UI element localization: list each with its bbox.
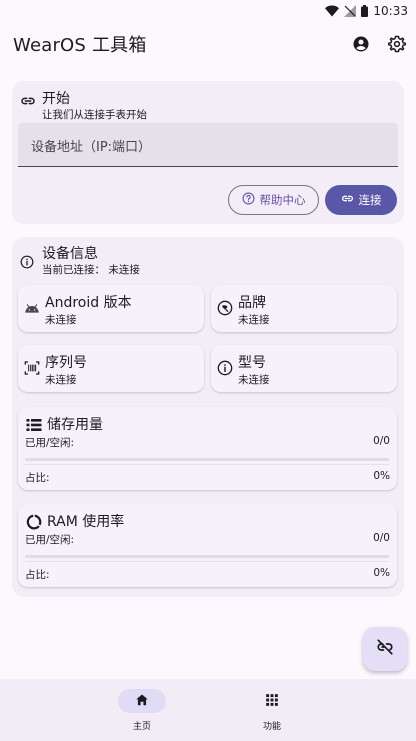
app-title: WearOS 工具箱 bbox=[13, 35, 147, 56]
storage-ratio-value: 0% bbox=[373, 470, 390, 482]
storage-used-value: 0/0 bbox=[373, 435, 390, 447]
tile-android-version-label: Android 版本 bbox=[45, 295, 132, 311]
divider bbox=[25, 464, 389, 465]
storage-progress-bar bbox=[25, 458, 389, 461]
status-bar: 10:33 bbox=[0, 0, 416, 22]
battery-icon bbox=[361, 5, 369, 17]
nav-item-features-label: 功能 bbox=[262, 722, 281, 732]
tile-serial-number: 序列号 未连接 bbox=[18, 345, 204, 392]
connect-button[interactable]: 连接 bbox=[325, 185, 397, 215]
link-icon bbox=[341, 192, 354, 208]
ram-ratio-value: 0% bbox=[373, 567, 390, 579]
ram-ratio-label: 占比: bbox=[25, 569, 50, 581]
disconnect-fab[interactable] bbox=[363, 627, 407, 671]
storage-icon bbox=[25, 416, 43, 434]
tile-model-value: 未连接 bbox=[238, 374, 270, 386]
nav-item-features[interactable]: 功能 bbox=[222, 689, 322, 732]
tile-serial-number-value: 未连接 bbox=[45, 374, 77, 386]
status-time: 10:33 bbox=[373, 4, 408, 18]
tile-android-version: Android 版本 未连接 bbox=[18, 285, 204, 332]
wifi-icon bbox=[325, 5, 340, 17]
connect-card-header: 开始 让我们从连接手表开始 bbox=[20, 90, 147, 122]
nav-indicator bbox=[248, 689, 296, 713]
data-usage-icon bbox=[25, 513, 43, 531]
storage-title: 储存用量 bbox=[47, 417, 103, 433]
connect-card-title: 开始 bbox=[42, 91, 70, 107]
tile-serial-number-label: 序列号 bbox=[45, 355, 87, 371]
info-icon bbox=[217, 360, 233, 376]
device-info-header: 设备信息 当前已连接： 未连接 bbox=[20, 245, 140, 277]
storage-used-label: 已用/空闲: bbox=[25, 437, 75, 449]
connect-card-subtitle: 让我们从连接手表开始 bbox=[42, 109, 147, 121]
ram-progress-bar bbox=[25, 555, 389, 558]
connect-label: 连接 bbox=[358, 193, 382, 207]
tile-brand: 品牌 未连接 bbox=[211, 285, 397, 332]
tile-model-label: 型号 bbox=[238, 355, 266, 371]
storage-usage-card: 储存用量 已用/空闲: 0/0 占比: 0% bbox=[18, 407, 397, 490]
link-off-icon bbox=[376, 638, 394, 660]
account-icon[interactable] bbox=[349, 32, 373, 56]
tile-android-version-value: 未连接 bbox=[45, 314, 77, 326]
tile-brand-label: 品牌 bbox=[238, 295, 266, 311]
settings-icon[interactable] bbox=[385, 32, 409, 56]
device-info-card: 设备信息 当前已连接： 未连接 Android 版本 未连接 品牌 未连接 序列… bbox=[12, 237, 404, 597]
nav-indicator bbox=[118, 689, 166, 713]
ram-usage-card: RAM 使用率 已用/空闲: 0/0 占比: 0% bbox=[18, 504, 397, 587]
brand-icon bbox=[217, 300, 233, 316]
barcode-icon bbox=[24, 360, 40, 376]
tile-brand-value: 未连接 bbox=[238, 314, 270, 326]
device-address-placeholder: 设备地址（IP:端口） bbox=[31, 140, 152, 155]
signal-off-icon bbox=[344, 5, 357, 17]
device-address-input[interactable]: 设备地址（IP:端口） bbox=[18, 123, 398, 167]
ram-used-value: 0/0 bbox=[373, 532, 390, 544]
device-info-subtitle: 当前已连接： 未连接 bbox=[42, 264, 140, 276]
bottom-navigation: 主页 功能 bbox=[0, 679, 416, 741]
storage-ratio-label: 占比: bbox=[25, 472, 50, 484]
connect-card: 开始 让我们从连接手表开始 设备地址（IP:端口） 帮助中心 连接 bbox=[12, 81, 404, 224]
tile-model: 型号 未连接 bbox=[211, 345, 397, 392]
android-icon bbox=[24, 300, 40, 316]
nav-item-home[interactable]: 主页 bbox=[92, 689, 192, 732]
link-icon bbox=[20, 93, 36, 109]
ram-used-label: 已用/空闲: bbox=[25, 534, 75, 546]
device-info-title: 设备信息 bbox=[42, 246, 98, 262]
app-bar: WearOS 工具箱 bbox=[0, 22, 416, 66]
home-icon bbox=[135, 692, 149, 711]
ram-title: RAM 使用率 bbox=[47, 514, 125, 530]
divider bbox=[25, 561, 389, 562]
help-icon bbox=[242, 192, 255, 208]
info-icon bbox=[20, 254, 36, 270]
nav-item-home-label: 主页 bbox=[132, 722, 151, 732]
apps-grid-icon bbox=[265, 692, 279, 711]
help-center-label: 帮助中心 bbox=[259, 193, 306, 207]
help-center-button[interactable]: 帮助中心 bbox=[228, 185, 319, 215]
